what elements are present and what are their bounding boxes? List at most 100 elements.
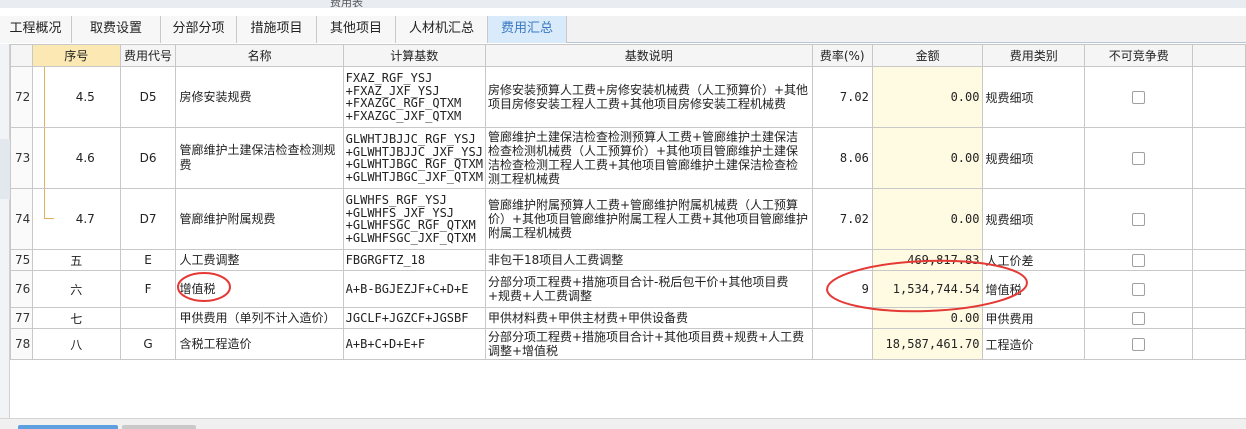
name-cell[interactable]: 房修安装规费 [175,66,344,128]
header-base[interactable]: 计算基数 [342,44,486,67]
category-cell[interactable]: 人工价差 [982,249,1086,271]
category-cell[interactable]: 规费细项 [982,66,1086,128]
rate-cell[interactable] [811,328,873,360]
seq-value: 4.5 [75,90,95,104]
category-cell[interactable]: 规费细项 [982,188,1086,250]
tab-labor-material-summary[interactable]: 人材机汇总 [396,16,488,43]
noncompete-cell[interactable] [1084,188,1194,250]
code-cell[interactable]: G [119,328,177,360]
header-name[interactable]: 名称 [175,44,344,67]
table-row[interactable]: 78 八 G 含税工程造价 A+B+C+D+E+F 分部分项工程费+措施项目合计… [10,328,1246,360]
tab-other-items[interactable]: 其他项目 [317,16,396,43]
rate-cell[interactable]: 9 [811,270,873,308]
row-number: 78 [10,328,33,360]
table-row[interactable]: 74 4.7 D7 管廊维护附属规费 GLWHFS_RGF_YSJ +GLWHF… [10,188,1246,250]
desc-cell[interactable]: 分部分项工程费+措施项目合计+其他项目费+规费+人工费调整+增值税 [484,328,813,360]
seq-value: 4.6 [75,151,95,165]
base-cell[interactable]: JGCLF+JGZCF+JGSBF [342,307,486,329]
header-seq[interactable]: 序号 [31,44,121,67]
header-row-number [10,44,33,67]
desc-cell[interactable]: 房修安装预算人工费+房修安装机械费（人工预算价）+其他项目房修安装工程人工费+其… [484,66,813,128]
tree-line [43,128,54,188]
seq-cell[interactable]: 4.5 [31,66,121,128]
category-cell[interactable]: 增值税 [982,270,1086,308]
scrollbar-thumb[interactable] [18,425,118,429]
category-cell[interactable]: 规费细项 [982,127,1086,189]
base-cell[interactable]: FBGRGFTZ_18 [342,249,486,271]
noncompete-cell[interactable] [1084,328,1194,360]
category-cell[interactable]: 工程造价 [982,328,1086,360]
tab-sub-items[interactable]: 分部分项 [161,16,237,43]
noncompete-checkbox[interactable] [1132,338,1146,351]
code-cell[interactable]: D7 [119,188,177,250]
header-amount[interactable]: 金额 [871,44,984,67]
desc-cell[interactable]: 甲供材料费+甲供主材费+甲供设备费 [484,307,813,329]
header-noncompete[interactable]: 不可竞争费 [1084,44,1194,67]
table-row[interactable]: 72 4.5 D5 房修安装规费 FXAZ_RGF_YSJ +FXAZ_JXF_… [10,66,1246,128]
name-cell[interactable]: 管廊维护土建保洁检查检测规费 [175,127,344,189]
code-cell[interactable]: D6 [119,127,177,189]
base-cell[interactable]: GLWHFS_RGF_YSJ +GLWHFS_JXF_YSJ +GLWHFSGC… [342,188,486,250]
table-row[interactable]: 76 六 F 增值税 A+B-BGJEZJF+C+D+E 分部分项工程费+措施项… [10,270,1246,308]
base-cell[interactable]: A+B-BGJEZJF+C+D+E [342,270,486,308]
name-cell[interactable]: 甲供费用（单列不计入造价） [175,307,344,329]
noncompete-checkbox[interactable] [1132,152,1146,165]
window-title-strip: 费用表 [0,0,1246,8]
base-cell[interactable]: GLWHTJBJJC_RGF_YSJ +GLWHTJBJJC_JXF_YSJ +… [342,127,486,189]
desc-cell[interactable]: 分部分项工程费+措施项目合计-税后包干价+其他项目费+规费+人工费调整 [484,270,813,308]
rate-cell[interactable]: 7.02 [811,188,873,250]
tab-measures[interactable]: 措施项目 [237,16,317,43]
noncompete-checkbox[interactable] [1132,91,1146,104]
row-number: 77 [10,307,33,329]
noncompete-checkbox[interactable] [1132,312,1146,325]
header-desc[interactable]: 基数说明 [484,44,813,67]
tab-project-overview[interactable]: 工程概况 [0,16,72,43]
name-cell[interactable]: 人工费调整 [175,249,344,271]
name-cell[interactable]: 含税工程造价 [175,328,344,360]
category-cell[interactable]: 甲供费用 [982,307,1086,329]
rate-cell[interactable]: 8.06 [811,127,873,189]
table-row[interactable]: 75 五 E 人工费调整 FBGRGFTZ_18 非包干18项目人工费调整 46… [10,249,1246,271]
header-category[interactable]: 费用类别 [982,44,1086,67]
table-header-row: 序号 费用代号 名称 计算基数 基数说明 费率(%) 金额 费用类别 不可竞争费 [10,44,1246,67]
table-row[interactable]: 77 七 甲供费用（单列不计入造价） JGCLF+JGZCF+JGSBF 甲供材… [10,307,1246,329]
desc-cell[interactable]: 非包干18项目人工费调整 [484,249,813,271]
noncompete-cell[interactable] [1084,66,1194,128]
noncompete-cell[interactable] [1084,127,1194,189]
rate-cell[interactable]: 7.02 [811,66,873,128]
code-cell[interactable]: F [119,270,177,308]
seq-cell[interactable]: 4.6 [31,127,121,189]
seq-cell[interactable]: 七 [31,307,121,329]
noncompete-checkbox[interactable] [1132,283,1146,296]
name-cell[interactable]: 管廊维护附属规费 [175,188,344,250]
seq-cell[interactable]: 八 [31,328,121,360]
rate-cell[interactable] [811,307,873,329]
noncompete-cell[interactable] [1084,270,1194,308]
noncompete-cell[interactable] [1084,249,1194,271]
noncompete-checkbox[interactable] [1132,213,1146,226]
amount-cell: 0.00 [871,127,984,189]
header-code[interactable]: 费用代号 [119,44,177,67]
tab-fee-summary[interactable]: 费用汇总 [488,16,567,43]
row-number: 75 [10,249,33,271]
code-cell[interactable]: E [119,249,177,271]
row-number: 72 [10,66,33,128]
horizontal-scrollbar[interactable] [0,418,1246,429]
seq-cell[interactable]: 4.7 [31,188,121,250]
code-cell[interactable] [119,307,177,329]
code-cell[interactable]: D5 [119,66,177,128]
seq-cell[interactable]: 五 [31,249,121,271]
desc-cell[interactable]: 管廊维护土建保洁检查检测预算人工费+管廊维护土建保洁检查检测机械费（人工预算价）… [484,127,813,189]
base-cell[interactable]: A+B+C+D+E+F [342,328,486,360]
header-rate[interactable]: 费率(%) [811,44,873,67]
tab-fee-settings[interactable]: 取费设置 [72,16,161,43]
noncompete-checkbox[interactable] [1132,254,1146,267]
seq-cell[interactable]: 六 [31,270,121,308]
tab-bar: 工程概况 取费设置 分部分项 措施项目 其他项目 人材机汇总 费用汇总 [0,16,1246,43]
name-cell[interactable]: 增值税 [175,270,344,308]
base-cell[interactable]: FXAZ_RGF_YSJ +FXAZ_JXF_YSJ +FXAZGC_RGF_Q… [342,66,486,128]
noncompete-cell[interactable] [1084,307,1194,329]
table-row[interactable]: 73 4.6 D6 管廊维护土建保洁检查检测规费 GLWHTJBJJC_RGF_… [10,127,1246,189]
desc-cell[interactable]: 管廊维护附属预算人工费+管廊维护附属机械费（人工预算价）+其他项目管廊维护附属工… [484,188,813,250]
rate-cell[interactable] [811,249,873,271]
